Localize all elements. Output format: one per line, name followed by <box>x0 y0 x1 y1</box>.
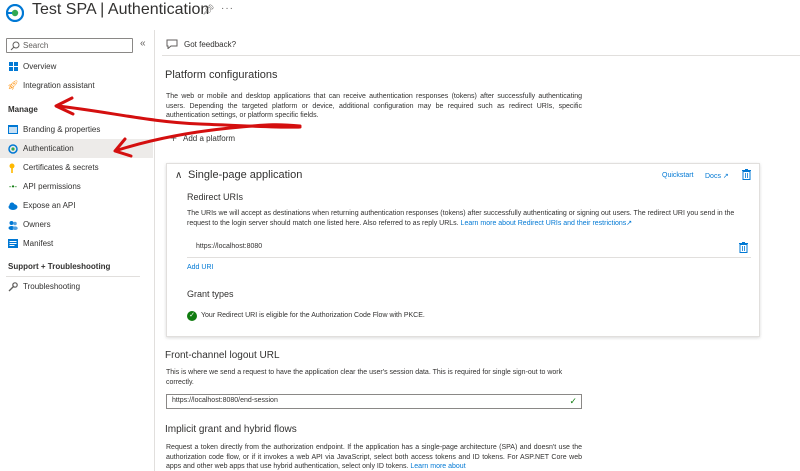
command-bar-divider <box>162 55 800 56</box>
wrench-icon <box>8 281 18 292</box>
authentication-icon <box>8 143 18 154</box>
page-title: Test SPA | Authentication <box>32 1 210 18</box>
delete-platform-icon[interactable] <box>742 169 751 180</box>
implicit-grant-text: Request a token directly from the author… <box>166 444 582 470</box>
quickstart-link[interactable]: Quickstart <box>662 172 694 179</box>
card-title: Single-page application <box>188 169 303 181</box>
sidebar-item-label: Branding & properties <box>23 125 101 134</box>
docs-link[interactable]: Docs ↗ <box>705 172 729 180</box>
sidebar-item-label: Manifest <box>23 239 54 248</box>
sidebar-item-integration-assistant[interactable]: 🚀︎ Integration assistant <box>0 76 153 95</box>
platform-configurations-description: The web or mobile and desktop applicatio… <box>166 93 582 119</box>
chevron-up-icon[interactable]: ∧ <box>175 170 182 181</box>
sidebar-item-label: Expose an API <box>23 201 76 210</box>
sidebar-item-certificates[interactable]: Certificates & secrets <box>0 158 153 177</box>
key-icon <box>8 163 18 173</box>
manifest-icon <box>8 239 18 249</box>
feedback-label: Got feedback? <box>184 39 237 49</box>
overview-icon <box>8 62 18 72</box>
add-platform-label: Add a platform <box>183 133 236 143</box>
pin-icon[interactable]: 📌︎ <box>202 5 215 16</box>
search-icon <box>10 41 20 51</box>
plus-icon: + <box>170 131 178 145</box>
grant-types-heading: Grant types <box>187 289 234 299</box>
sidebar-item-overview[interactable]: Overview <box>0 57 153 76</box>
more-icon[interactable]: ··· <box>221 3 234 14</box>
spa-platform-card: ∧ Single-page application Quickstart Doc… <box>166 163 760 337</box>
checkmark-icon: ✓ <box>569 396 577 406</box>
rocket-icon: 🚀︎ <box>7 80 19 90</box>
implicit-grant-learn-more-link[interactable]: Learn more about <box>410 463 465 470</box>
redirect-uris-heading: Redirect URIs <box>187 192 244 202</box>
redirect-uris-learn-more-link[interactable]: Learn more about Redirect URIs and their… <box>461 220 627 227</box>
delete-uri-icon[interactable] <box>739 242 748 253</box>
sidebar-item-label: Overview <box>23 62 57 71</box>
redirect-uri-row[interactable]: https://localhost:8080 <box>187 240 751 257</box>
manage-section-header: Manage <box>8 105 38 114</box>
sidebar-item-label: Authentication <box>23 144 74 153</box>
branding-icon <box>8 125 18 135</box>
collapse-sidebar-icon[interactable]: « <box>140 38 146 49</box>
sidebar-item-expose-api[interactable]: Expose an API <box>0 196 153 215</box>
check-circle-icon: ✓ <box>187 311 197 321</box>
api-permissions-icon: -•- <box>8 182 18 191</box>
search-placeholder: Search <box>23 41 49 50</box>
sidebar-item-label: Integration assistant <box>23 81 95 90</box>
redirect-uri-value: https://localhost:8080 <box>196 243 263 250</box>
logout-url-input[interactable]: https://localhost:8080/end-session ✓ <box>166 394 582 409</box>
redirect-uris-description: The URIs we will accept as destinations … <box>187 209 747 228</box>
app-header: Test SPA | Authentication 📌︎ ··· <box>0 0 800 26</box>
support-section-header: Support + Troubleshooting <box>8 262 111 271</box>
sidebar-item-branding[interactable]: Branding & properties <box>0 120 153 139</box>
implicit-grant-heading: Implicit grant and hybrid flows <box>165 424 297 435</box>
sidebar-item-troubleshooting[interactable]: Troubleshooting <box>0 277 153 296</box>
owners-icon <box>8 220 18 230</box>
cloud-icon <box>8 201 18 211</box>
add-platform-button[interactable]: + Add a platform <box>170 131 236 145</box>
external-link-icon: ↗ <box>626 219 633 227</box>
sidebar: Search « Overview 🚀︎ Integration assista… <box>0 34 155 471</box>
feedback-icon <box>166 39 178 49</box>
sidebar-item-label: Certificates & secrets <box>23 163 99 172</box>
implicit-grant-description: Request a token directly from the author… <box>166 443 582 471</box>
sidebar-item-label: Owners <box>23 220 51 229</box>
search-input[interactable]: Search <box>6 38 133 53</box>
sidebar-item-label: API permissions <box>23 182 81 191</box>
grant-status-text: Your Redirect URI is eligible for the Au… <box>201 312 425 319</box>
sidebar-item-owners[interactable]: Owners <box>0 215 153 234</box>
app-registration-logo-icon <box>6 4 24 22</box>
logout-url-value: https://localhost:8080/end-session <box>172 397 278 404</box>
sidebar-item-api-permissions[interactable]: -•- API permissions <box>0 177 153 196</box>
sidebar-item-manifest[interactable]: Manifest <box>0 234 153 253</box>
add-uri-link[interactable]: Add URI <box>187 264 213 271</box>
sidebar-divider <box>154 30 155 471</box>
sidebar-item-label: Troubleshooting <box>23 282 81 291</box>
external-link-icon: ↗ <box>720 173 729 180</box>
feedback-button[interactable]: Got feedback? <box>166 34 236 54</box>
logout-url-heading: Front-channel logout URL <box>165 350 280 361</box>
docs-label: Docs <box>705 173 721 180</box>
sidebar-item-authentication[interactable]: Authentication <box>0 139 153 158</box>
logout-url-description: This is where we send a request to have … <box>166 369 563 386</box>
platform-configurations-heading: Platform configurations <box>165 69 278 81</box>
uri-divider <box>187 257 751 258</box>
